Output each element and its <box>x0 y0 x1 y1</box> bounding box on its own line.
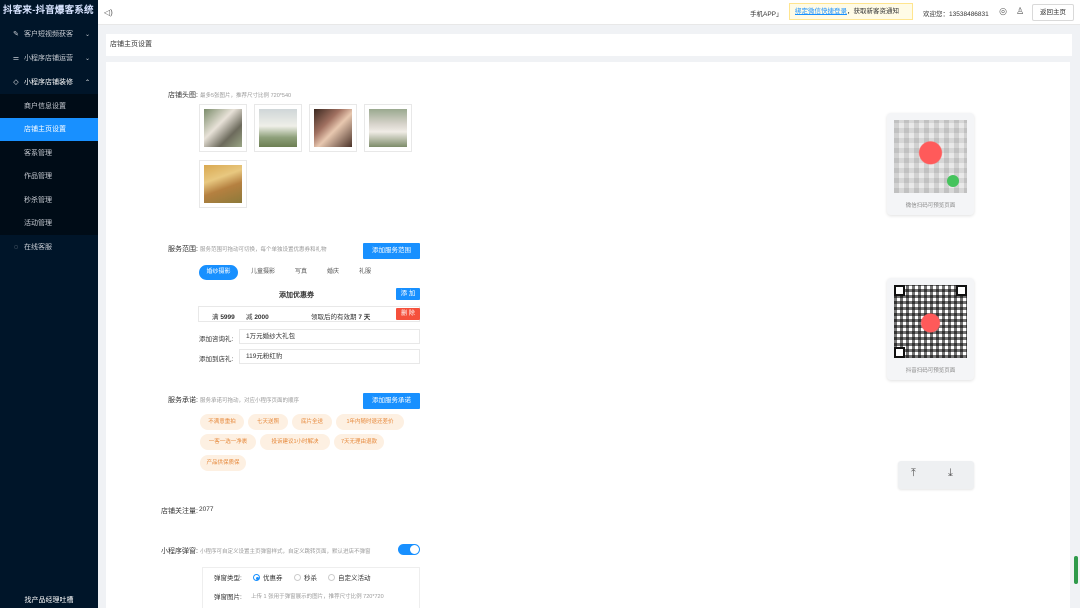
tab-wedding-photo[interactable]: 婚纱摄影 <box>199 265 238 280</box>
promise-tag[interactable]: 1年内随时退还差价 <box>336 414 404 430</box>
sidebar-item-customer[interactable]: 客系管理 <box>0 141 98 165</box>
header-image-2[interactable] <box>254 104 302 152</box>
submenu: 商户信息设置 店铺主页设置 客系管理 作品管理 秒杀管理 活动管理 <box>0 94 98 235</box>
header-image-5[interactable] <box>199 160 247 208</box>
douyin-qr-caption: 抖音扫码可预览页面 <box>905 368 956 374</box>
consult-gift-input[interactable]: 1万元婚纱大礼包 <box>239 329 420 344</box>
coupon-minus-amount: 减 2000 <box>246 314 269 321</box>
radio-dot <box>328 574 335 581</box>
coupon-validity: 领取后的有效期 7 天 <box>311 314 371 321</box>
bind-wechat-link[interactable]: 绑定微信快捷登录 <box>795 8 847 15</box>
service-scope-hint: 服务范围可拖动可切换，每个单独设置优惠券和礼物 <box>200 247 327 253</box>
tab-wedding-ceremony[interactable]: 婚庆 <box>320 265 346 280</box>
nav-online-service[interactable]: ◌ 在线客服 <box>0 235 98 259</box>
chevron-down-icon: ⌄ <box>84 31 90 38</box>
coupon-full-amount: 满 5999 <box>212 314 235 321</box>
promise-tag[interactable]: 七天送照 <box>248 414 288 430</box>
wechat-qr-caption: 微信扫码可预览页面 <box>905 203 956 209</box>
nav-group-label: 客户短视频获客 <box>24 31 73 38</box>
coupon-section-title: 添加优惠券 <box>279 292 314 299</box>
promise-tag[interactable]: 一客一选一净裹 <box>200 434 256 450</box>
consult-gift-label: 添加咨询礼: <box>199 336 234 343</box>
radio-flash-sale[interactable]: 秒杀 <box>294 572 317 582</box>
chat-icon: ◌ <box>13 243 19 251</box>
wechat-qr-card: 微信扫码可预览页面 <box>887 113 974 215</box>
sidebar-item-flash-sale[interactable]: 秒杀管理 <box>0 188 98 212</box>
store-header-hint: 最多5张图片，推荐尺寸比例 720*540 <box>200 93 292 99</box>
wechat-qr-code <box>894 120 967 193</box>
nav-group-store-operation[interactable]: ⚌ 小程序店铺运营 ⌄ <box>0 46 98 70</box>
back-home-button[interactable]: 返回主页 <box>1032 4 1074 21</box>
scroll-top-icon[interactable]: ⤒ <box>911 467 916 480</box>
top-header: ◁) 手机APP」 绑定微信快捷登录，获取新客资通知 欢迎您：135384868… <box>98 0 1080 25</box>
promise-tag[interactable]: 投诉建议1小时解决 <box>260 434 330 450</box>
header-image-3[interactable] <box>309 104 357 152</box>
tag-icon: ◇ <box>13 79 19 86</box>
promise-tag[interactable]: 产品供保质保 <box>200 455 246 471</box>
welcome-text: 欢迎您：13538486831 <box>923 11 989 18</box>
nav-group-store-decoration[interactable]: ◇ 小程序店铺装修 ⌃ <box>0 70 98 94</box>
radio-coupon[interactable]: 优惠券 <box>253 572 283 582</box>
wechat-bind-notice: 绑定微信快捷登录，获取新客资通知 <box>789 3 913 20</box>
sidebar-item-store-home[interactable]: 店铺主页设置 <box>0 117 98 141</box>
mobile-app-link[interactable]: 手机APP」 <box>750 8 783 18</box>
nav-group-label: 小程序店铺运营 <box>24 55 73 62</box>
popup-type-label: 弹窗类型: <box>214 575 242 582</box>
user-icon[interactable]: ♙ <box>1015 6 1025 16</box>
service-scope-label: 服务范围: <box>168 246 198 253</box>
popup-label: 小程序弹窗: <box>161 548 198 555</box>
notice-text: ，获取新客资通知 <box>847 8 899 15</box>
sliders-icon: ⚌ <box>12 55 20 62</box>
followers-label: 店铺关注量: <box>161 508 198 515</box>
nav-label: 在线客服 <box>24 244 52 251</box>
store-gift-input[interactable]: 119元粉红豹 <box>239 349 420 364</box>
tab-gown[interactable]: 礼服 <box>352 265 378 280</box>
followers-value: 2077 <box>199 506 214 513</box>
chevron-down-icon: ⌄ <box>84 55 90 62</box>
header-image-4[interactable] <box>364 104 412 152</box>
sidebar-item-merchant-info[interactable]: 商户信息设置 <box>0 94 98 118</box>
tab-child-photo[interactable]: 儿童摄影 <box>246 265 280 280</box>
store-header-label: 店铺头图: <box>168 92 198 99</box>
scroll-tools: ⤒ ⤓ <box>898 461 974 489</box>
coupon-row: 满 5999 减 2000 领取后的有效期 7 天 <box>198 306 420 322</box>
header-image-1[interactable] <box>199 104 247 152</box>
message-icon[interactable]: ◎ <box>998 6 1008 16</box>
delete-coupon-button[interactable]: 删 除 <box>396 308 420 320</box>
popup-image-hint: 上传 1 张用于弹窗展示的图片，推荐尺寸比例 720*720 <box>251 594 384 600</box>
store-gift-label: 添加到店礼: <box>199 356 234 363</box>
popup-image-label: 弹窗图片: <box>214 594 242 601</box>
scroll-bottom-icon[interactable]: ⤓ <box>948 467 953 480</box>
popup-toggle[interactable] <box>398 544 420 555</box>
speaker-icon[interactable]: ◁) <box>104 8 113 17</box>
promise-tag[interactable]: 底片全送 <box>292 414 332 430</box>
sidebar-item-activity[interactable]: 活动管理 <box>0 212 98 236</box>
service-promise-label: 服务承诺: <box>168 397 198 404</box>
edit-icon: ✎ <box>13 31 19 38</box>
douyin-qr-code <box>894 285 967 358</box>
radio-dot <box>294 574 301 581</box>
brand-logo: 抖客来-抖音爆客系统 <box>3 5 94 16</box>
toggle-knob <box>410 545 419 554</box>
nav-group-label: 小程序店铺装修 <box>24 79 73 86</box>
promise-tag[interactable]: 7天无理由退款 <box>334 434 384 450</box>
sidebar-item-works[interactable]: 作品管理 <box>0 165 98 189</box>
promise-tag[interactable]: 不满意重拍 <box>200 414 244 430</box>
tab-portrait[interactable]: 写真 <box>288 265 314 280</box>
add-service-scope-button[interactable]: 添加服务范围 <box>363 243 420 259</box>
radio-custom-activity[interactable]: 自定义活动 <box>328 572 371 582</box>
service-promise-hint: 服务承诺可拖动，对应小程序页面的顺序 <box>200 398 300 404</box>
add-service-promise-button[interactable]: 添加服务承诺 <box>363 393 420 409</box>
scrollbar-thumb[interactable] <box>1074 556 1078 584</box>
popup-hint: 小程序可自定义设置主页弹窗样式，自定义跳转页面，默认进店不弹窗 <box>200 549 371 555</box>
douyin-qr-card: 抖音扫码可预览页面 <box>887 278 974 380</box>
feedback-link[interactable]: 找产品经理吐槽 <box>0 595 98 605</box>
chevron-up-icon: ⌃ <box>84 79 90 86</box>
radio-dot <box>253 574 260 581</box>
sidebar: 抖客来-抖音爆客系统 ✎ 客户短视频获客 ⌄ ⚌ 小程序店铺运营 ⌄ ◇ 小程序… <box>0 0 98 608</box>
page-title: 店铺主页设置 <box>106 34 1072 56</box>
add-coupon-button[interactable]: 添 加 <box>396 288 420 300</box>
nav-group-video-acquisition[interactable]: ✎ 客户短视频获客 ⌄ <box>0 22 98 46</box>
